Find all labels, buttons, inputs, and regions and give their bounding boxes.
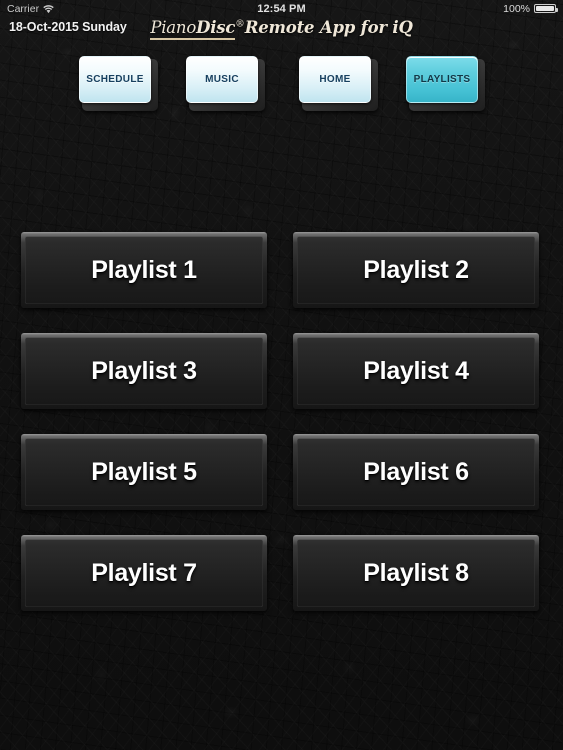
nav-button-face[interactable]: HOME — [299, 56, 371, 103]
playlist-button-label: Playlist 4 — [363, 356, 469, 385]
playlist-button[interactable]: Playlist 6 — [293, 434, 539, 510]
playlist-button[interactable]: Playlist 2 — [293, 232, 539, 308]
playlist-button-label: Playlist 1 — [91, 255, 197, 284]
playlist-button-inner: Playlist 4 — [297, 337, 535, 405]
playlist-button-label: Playlist 5 — [91, 457, 197, 486]
playlist-button[interactable]: Playlist 8 — [293, 535, 539, 611]
app-header: 18-Oct-2015 Sunday PianoDisc®Remote App … — [0, 17, 563, 44]
playlist-button-label: Playlist 2 — [363, 255, 469, 284]
battery-percent-label: 100% — [503, 2, 530, 15]
main-navigation: SCHEDULE MUSIC HOME PLAYLISTS — [0, 56, 563, 118]
nav-button-label: HOME — [319, 74, 351, 85]
nav-home[interactable]: HOME — [299, 56, 378, 111]
app-root: Carrier 12:54 PM 100% 18-Oct-2015 Sunday… — [0, 0, 563, 750]
playlist-button[interactable]: Playlist 1 — [21, 232, 267, 308]
nav-button-label: MUSIC — [205, 74, 239, 85]
nav-button-label: SCHEDULE — [86, 74, 144, 85]
status-bar-right: 100% — [503, 2, 558, 15]
nav-button-label: PLAYLISTS — [413, 74, 471, 85]
status-bar: Carrier 12:54 PM 100% — [0, 0, 563, 17]
app-title-disc: Disc — [196, 18, 235, 40]
status-bar-time: 12:54 PM — [257, 2, 306, 15]
nav-button-face[interactable]: PLAYLISTS — [406, 56, 478, 103]
nav-button-face[interactable]: MUSIC — [186, 56, 258, 103]
playlist-button[interactable]: Playlist 3 — [21, 333, 267, 409]
playlist-button-inner: Playlist 5 — [25, 438, 263, 506]
playlist-button-inner: Playlist 2 — [297, 236, 535, 304]
playlist-button-label: Playlist 8 — [363, 558, 469, 587]
playlist-button-inner: Playlist 7 — [25, 539, 263, 607]
app-title: PianoDisc®Remote App for iQ — [0, 18, 563, 40]
playlist-button-label: Playlist 6 — [363, 457, 469, 486]
playlist-button-inner: Playlist 3 — [25, 337, 263, 405]
registered-mark: ® — [235, 18, 245, 30]
playlist-grid: Playlist 1 Playlist 2 Playlist 3 Playlist 4… — [0, 232, 563, 612]
playlist-button-label: Playlist 3 — [91, 356, 197, 385]
playlist-button-inner: Playlist 1 — [25, 236, 263, 304]
nav-music[interactable]: MUSIC — [186, 56, 265, 111]
app-title-piano: Piano — [150, 18, 196, 40]
playlist-button-inner: Playlist 6 — [297, 438, 535, 506]
app-title-rest: Remote App for iQ — [244, 18, 413, 37]
playlist-button[interactable]: Playlist 4 — [293, 333, 539, 409]
battery-full-icon — [534, 4, 558, 13]
playlist-button-inner: Playlist 8 — [297, 539, 535, 607]
playlist-button-label: Playlist 7 — [91, 558, 197, 587]
playlist-button[interactable]: Playlist 5 — [21, 434, 267, 510]
nav-playlists[interactable]: PLAYLISTS — [406, 56, 485, 111]
playlist-button[interactable]: Playlist 7 — [21, 535, 267, 611]
nav-button-face[interactable]: SCHEDULE — [79, 56, 151, 103]
nav-schedule[interactable]: SCHEDULE — [79, 56, 158, 111]
